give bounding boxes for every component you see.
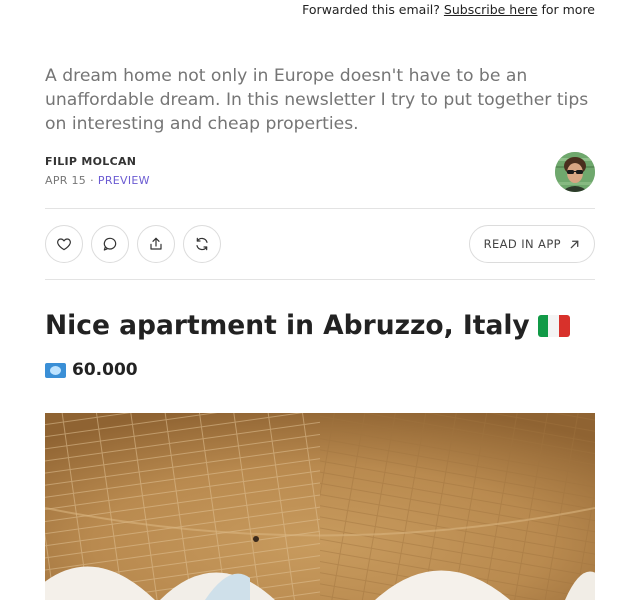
post-meta: APR 15 · PREVIEW (45, 174, 150, 187)
meta-separator: · (90, 174, 94, 187)
share-button[interactable] (137, 225, 175, 263)
like-button[interactable] (45, 225, 83, 263)
apartment-photo (45, 413, 595, 600)
byline: FILIP MOLCAN APR 15 · PREVIEW (45, 155, 150, 187)
read-in-app-button[interactable]: READ IN APP (468, 225, 595, 263)
arrow-up-right-icon (570, 240, 579, 248)
post-title-text: Nice apartment in Abruzzo, Italy (45, 310, 530, 341)
forward-suffix: for more (541, 2, 595, 17)
restack-icon (196, 237, 208, 251)
price-value: 60.000 (72, 360, 138, 380)
comment-button[interactable] (91, 225, 129, 263)
subscribe-link[interactable]: Subscribe here (444, 2, 538, 17)
read-in-app-label: READ IN APP (483, 237, 561, 251)
divider-top (45, 208, 595, 209)
post-actions: READ IN APP (45, 225, 595, 263)
restack-button[interactable] (183, 225, 221, 263)
comment-icon (103, 237, 117, 251)
preview-label: PREVIEW (97, 174, 150, 187)
author-name[interactable]: FILIP MOLCAN (45, 155, 150, 168)
forward-bar: Forwarded this email? Subscribe here for… (302, 2, 595, 17)
share-icon (150, 237, 162, 250)
price: 60.000 (45, 360, 138, 380)
forward-text: Forwarded this email? (302, 2, 440, 17)
heart-icon (57, 238, 71, 251)
post-date: APR 15 (45, 174, 87, 187)
italy-flag-icon (537, 314, 570, 337)
post-subtitle: A dream home not only in Europe doesn't … (45, 66, 589, 134)
post-title: Nice apartment in Abruzzo, Italy (45, 310, 570, 341)
euro-banknote-icon (45, 362, 66, 378)
divider-bottom (45, 279, 595, 280)
author-avatar[interactable] (555, 152, 595, 192)
